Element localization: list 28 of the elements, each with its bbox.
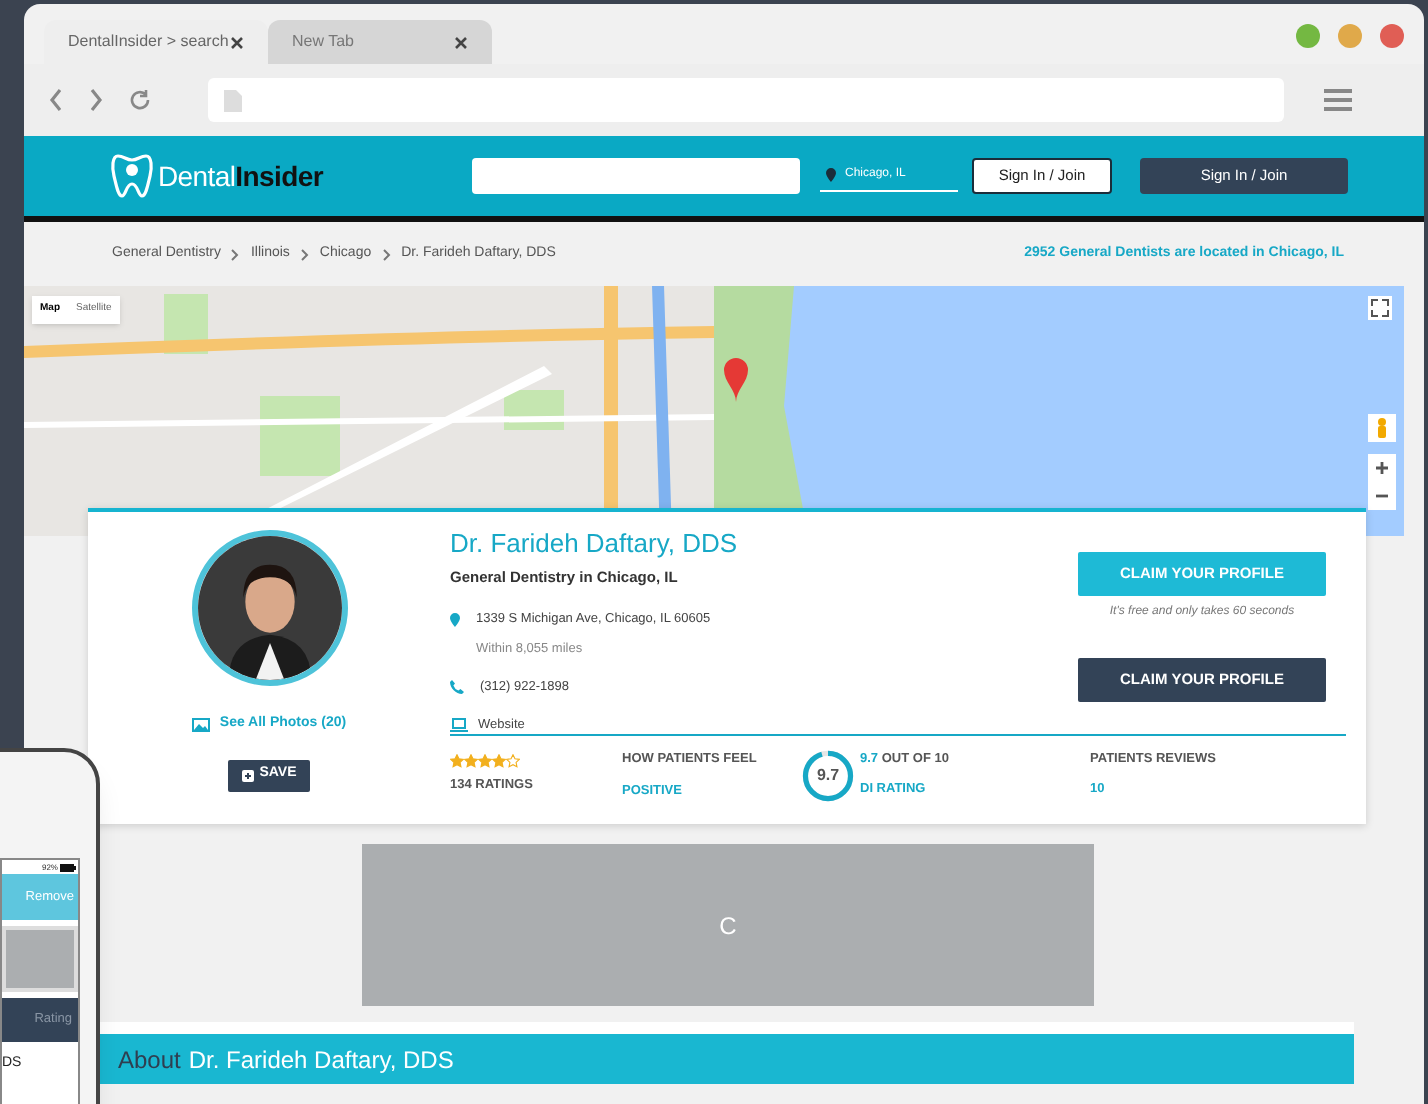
close-icon[interactable] (230, 35, 244, 49)
doctor-name: Dr. Farideh Daftary, DDS (450, 526, 740, 562)
chevron-right-icon (230, 247, 241, 261)
page-icon (224, 89, 242, 111)
window-control-icon[interactable] (1380, 24, 1404, 48)
map-pin-icon (450, 612, 460, 629)
close-icon[interactable] (454, 35, 468, 49)
ad-text: C (719, 909, 737, 943)
phone-image-placeholder (2, 926, 78, 992)
battery-icon (60, 863, 76, 871)
map-pin-icon (826, 168, 837, 182)
address-field[interactable] (208, 78, 1284, 122)
chevron-right-icon (381, 247, 392, 261)
phone-icon (450, 680, 464, 695)
chevron-right-icon (299, 247, 310, 261)
back-icon[interactable] (48, 88, 64, 112)
plus-icon (241, 769, 254, 781)
reload-icon[interactable] (128, 88, 152, 112)
forward-icon[interactable] (88, 88, 104, 112)
window-control-icon[interactable] (1338, 24, 1362, 48)
search-field[interactable] (472, 158, 801, 194)
tooth-logo-icon (110, 152, 154, 200)
about-heading: About Dr. Farideh Daftary, DDS (100, 1034, 1354, 1084)
window-control-icon[interactable] (1296, 24, 1320, 48)
site-logo[interactable]: DentalInsider (158, 155, 323, 197)
image-icon (191, 717, 210, 732)
rating-ring-text: 9.7 (814, 763, 842, 787)
menu-icon[interactable] (1324, 88, 1352, 112)
